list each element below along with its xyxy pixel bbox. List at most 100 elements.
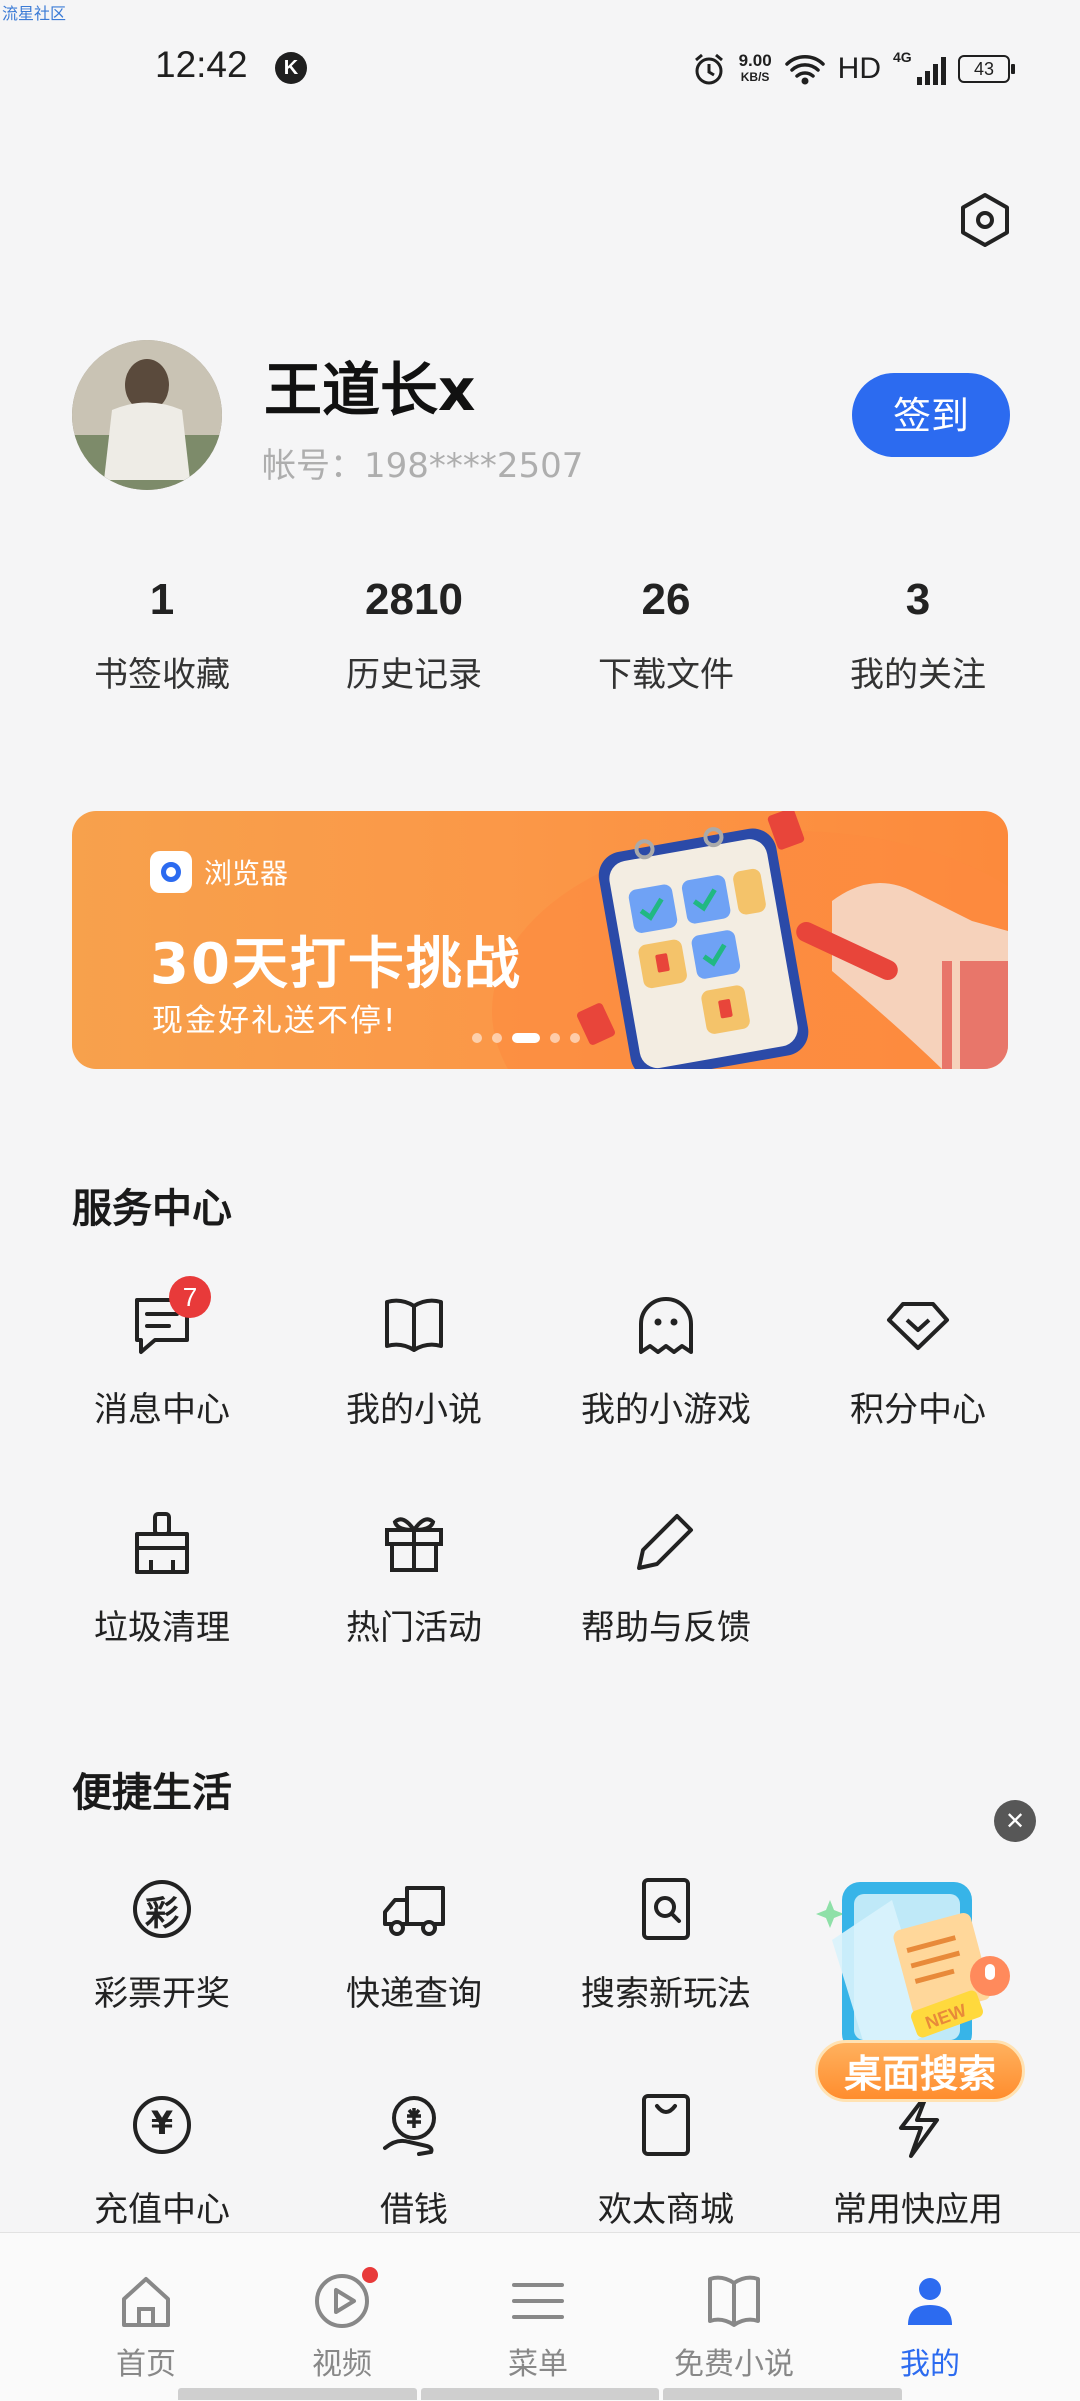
life-item-express[interactable]: 快递查询 bbox=[288, 1874, 540, 2015]
grid-label: 帮助与反馈 bbox=[581, 1608, 751, 1648]
grid-label: 搜索新玩法 bbox=[581, 1974, 751, 2014]
life-item-search-new[interactable]: 搜索新玩法 bbox=[540, 1874, 792, 2015]
service-item-cleanup[interactable]: 垃圾清理 bbox=[36, 1508, 288, 1649]
grid-label: 快递查询 bbox=[346, 1974, 482, 2014]
service-item-points[interactable]: 积分中心 bbox=[792, 1290, 1044, 1431]
pencil-icon bbox=[631, 1508, 701, 1578]
tab-label: 我的 bbox=[900, 2347, 960, 2382]
grid-label: 借钱 bbox=[380, 2190, 448, 2230]
lottery-icon: 彩 bbox=[127, 1874, 197, 1944]
net-speed: 9.00 KB/S bbox=[738, 51, 772, 84]
desktop-search-label[interactable]: 桌面搜索 bbox=[815, 2040, 1025, 2102]
pagination-dot-active bbox=[512, 1033, 540, 1043]
grid-label: 彩票开奖 bbox=[94, 1974, 230, 2014]
tab-label: 免费小说 bbox=[674, 2347, 794, 2382]
settings-button[interactable] bbox=[955, 190, 1015, 250]
video-notification-dot bbox=[362, 2267, 378, 2283]
search-doc-icon bbox=[631, 1874, 701, 1944]
lottery-glyph: 彩 bbox=[145, 1894, 179, 1934]
promo-banner[interactable]: 浏览器 30天打卡挑战 现金好礼送不停! bbox=[72, 811, 1008, 1069]
grid-label: 我的小说 bbox=[346, 1390, 482, 1430]
stat-value: 2810 bbox=[365, 575, 463, 624]
signal-icon: 4G bbox=[893, 49, 946, 85]
username: 王道长x bbox=[264, 356, 476, 424]
yuan-icon: ¥ bbox=[127, 2090, 197, 2160]
life-item-mall[interactable]: 欢太商城 bbox=[540, 2090, 792, 2231]
grid-label: 垃圾清理 bbox=[94, 1608, 230, 1648]
message-icon: 7 bbox=[127, 1276, 211, 1360]
grid-label: 欢太商城 bbox=[598, 2190, 734, 2230]
service-item-my-novels[interactable]: 我的小说 bbox=[288, 1290, 540, 1431]
grid-label: 常用快应用 bbox=[833, 2190, 1003, 2230]
checkin-button[interactable]: 签到 bbox=[852, 373, 1010, 457]
stat-label: 历史记录 bbox=[346, 655, 482, 695]
k-app-icon: K bbox=[275, 52, 307, 84]
banner-title: 30天打卡挑战 bbox=[150, 932, 522, 997]
open-book-icon bbox=[704, 2271, 764, 2331]
stat-downloads[interactable]: 26 下载文件 bbox=[540, 575, 792, 696]
life-item-lottery[interactable]: 彩 彩票开奖 bbox=[36, 1874, 288, 2015]
service-item-hot-events[interactable]: 热门活动 bbox=[288, 1508, 540, 1649]
gesture-bar bbox=[178, 2388, 903, 2400]
yuan-glyph: ¥ bbox=[150, 2104, 174, 2142]
avatar[interactable] bbox=[72, 340, 222, 490]
tab-label: 视频 bbox=[312, 2347, 372, 2382]
banner-brand: 浏览器 bbox=[150, 851, 288, 893]
ghost-icon bbox=[631, 1290, 701, 1360]
section-title-service: 服务中心 bbox=[72, 1186, 232, 1232]
grid-label: 我的小游戏 bbox=[581, 1390, 751, 1430]
section-title-life: 便捷生活 bbox=[72, 1770, 232, 1816]
stat-value: 1 bbox=[149, 575, 175, 624]
watermark-text: 流星社区 bbox=[2, 4, 67, 23]
browser-logo-icon bbox=[150, 851, 192, 893]
stat-value: 3 bbox=[905, 575, 931, 624]
grid-label: 消息中心 bbox=[94, 1390, 230, 1430]
service-item-messages[interactable]: 7 消息中心 bbox=[36, 1276, 288, 1431]
tab-mine[interactable]: 我的 bbox=[832, 2233, 1028, 2401]
grid-label: 充值中心 bbox=[94, 2190, 230, 2230]
stat-following[interactable]: 3 我的关注 bbox=[792, 575, 1044, 696]
pagination-dot bbox=[492, 1033, 502, 1043]
alarm-icon bbox=[694, 53, 723, 85]
stats-row: 1 书签收藏 2810 历史记录 26 下载文件 3 我的关注 bbox=[0, 575, 1080, 696]
pagination-dot bbox=[570, 1033, 580, 1043]
banner-brand-label: 浏览器 bbox=[204, 857, 289, 890]
person-icon bbox=[900, 2271, 960, 2331]
book-icon bbox=[379, 1290, 449, 1360]
shopping-bag-icon bbox=[631, 2090, 701, 2160]
broom-icon bbox=[127, 1508, 197, 1578]
battery-icon: 43 bbox=[958, 55, 1015, 83]
float-close-button[interactable]: ✕ bbox=[994, 1800, 1036, 1842]
tab-video[interactable]: 视频 bbox=[244, 2233, 440, 2401]
menu-icon bbox=[508, 2271, 568, 2331]
banner-pagination bbox=[472, 1033, 580, 1043]
account-number: 帐号：198****2507 bbox=[262, 446, 584, 486]
service-item-help-feedback[interactable]: 帮助与反馈 bbox=[540, 1508, 792, 1649]
diamond-icon bbox=[883, 1290, 953, 1360]
gear-icon bbox=[961, 193, 1009, 247]
tab-home[interactable]: 首页 bbox=[48, 2233, 244, 2401]
status-icons: 9.00 KB/S HD 4G 43 bbox=[691, 44, 1015, 94]
hd-indicator: HD bbox=[837, 52, 881, 85]
tab-menu[interactable]: 菜单 bbox=[440, 2233, 636, 2401]
stat-label: 下载文件 bbox=[598, 655, 734, 695]
life-item-loan[interactable]: 借钱 bbox=[288, 2090, 540, 2231]
gift-icon bbox=[379, 1508, 449, 1578]
stat-history[interactable]: 2810 历史记录 bbox=[288, 575, 540, 696]
service-item-mini-games[interactable]: 我的小游戏 bbox=[540, 1290, 792, 1431]
life-item-recharge[interactable]: ¥ 充值中心 bbox=[36, 2090, 288, 2231]
stat-label: 书签收藏 bbox=[94, 655, 230, 695]
status-time: 12:42 bbox=[155, 44, 248, 85]
tab-free-novels[interactable]: 免费小说 bbox=[636, 2233, 832, 2401]
tab-label: 菜单 bbox=[508, 2347, 568, 2382]
truck-icon bbox=[379, 1874, 449, 1944]
pagination-dot bbox=[550, 1033, 560, 1043]
banner-subtitle: 现金好礼送不停! bbox=[152, 1003, 398, 1039]
stat-bookmarks[interactable]: 1 书签收藏 bbox=[36, 575, 288, 696]
grid-label: 积分中心 bbox=[850, 1390, 986, 1430]
grid-label: 热门活动 bbox=[346, 1608, 482, 1648]
stat-label: 我的关注 bbox=[850, 655, 986, 695]
life-item-quick-apps[interactable]: 常用快应用 bbox=[792, 2090, 1044, 2231]
loan-icon bbox=[379, 2090, 449, 2160]
wifi-icon bbox=[784, 55, 825, 85]
